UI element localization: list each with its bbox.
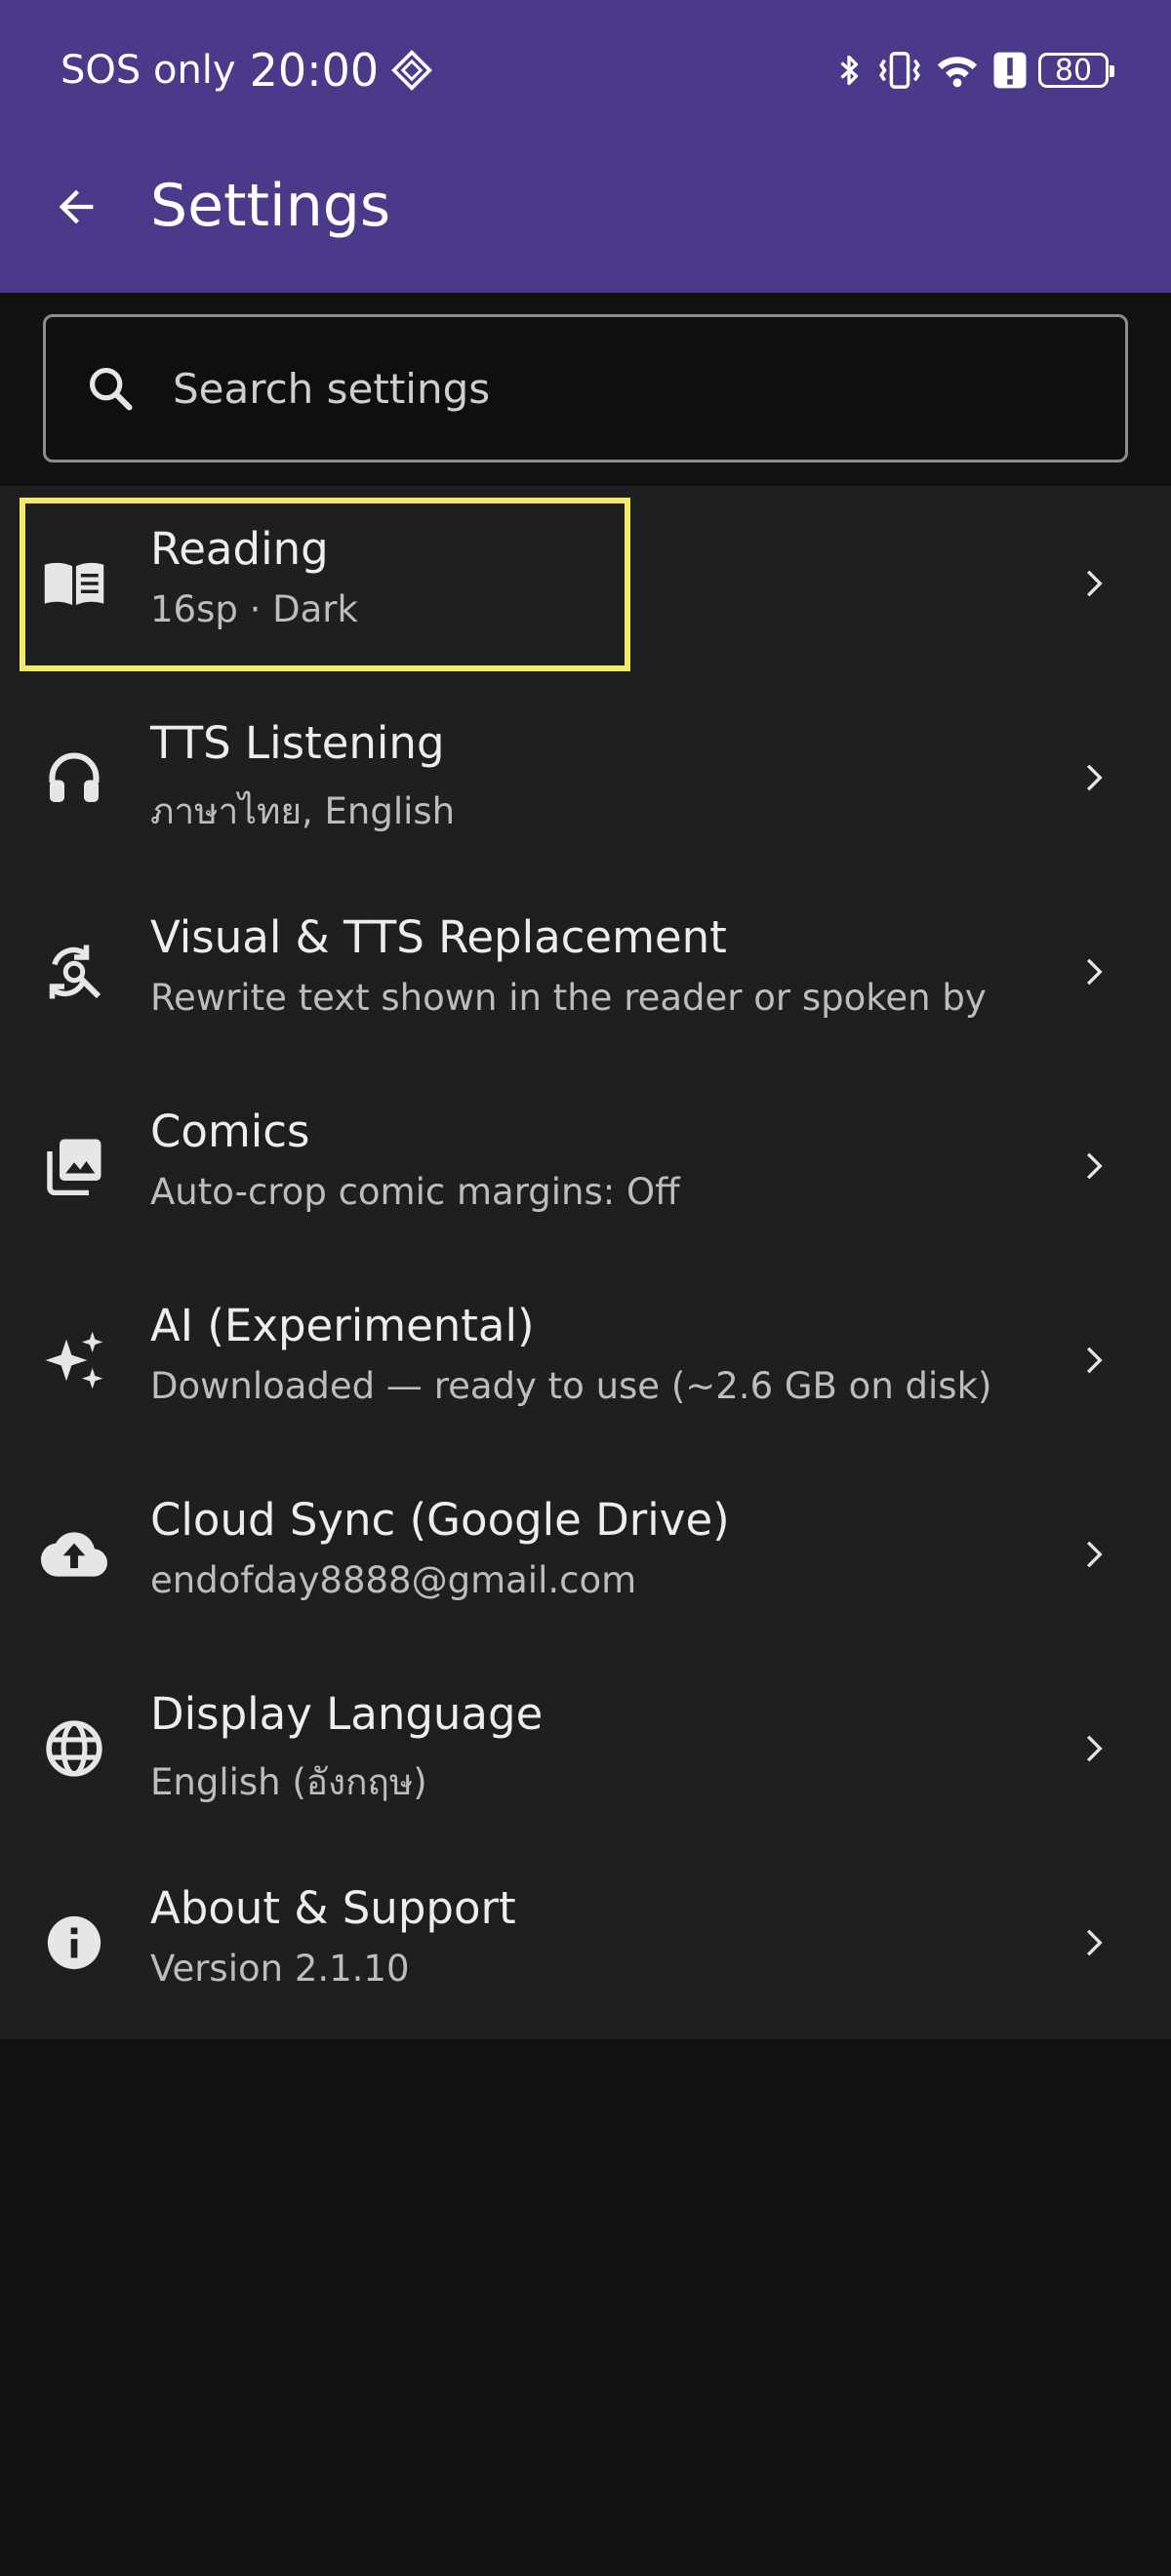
app-bar: Settings <box>0 142 1171 293</box>
settings-item-ai-experimental[interactable]: AI (Experimental) Downloaded — ready to … <box>0 1263 1171 1457</box>
search-section: Search settings <box>0 293 1171 486</box>
find-replace-icon <box>39 937 109 1007</box>
chevron-right-icon <box>1071 560 1118 607</box>
settings-item-subtitle: Rewrite text shown in the reader or spok… <box>150 977 987 1019</box>
wifi-icon <box>933 49 982 92</box>
headphones-icon <box>39 743 109 813</box>
settings-item-title: Comics <box>150 1106 310 1157</box>
status-bar: SOS only 20:00 80 <box>0 0 1171 142</box>
cloud-upload-icon <box>39 1519 109 1590</box>
settings-item-title: About & Support <box>150 1882 516 1934</box>
settings-item-subtitle: endofday8888@gmail.com <box>150 1559 637 1601</box>
settings-item-title: AI (Experimental) <box>150 1300 535 1351</box>
settings-item-title: Reading <box>150 523 329 575</box>
chevron-right-icon <box>1071 1143 1118 1189</box>
status-right: 80 <box>831 43 1114 98</box>
chevron-right-icon <box>1071 948 1118 995</box>
settings-item-display-language[interactable]: Display Language English (อังกฤษ) <box>0 1651 1171 1845</box>
vibrate-icon <box>876 49 923 92</box>
chevron-right-icon <box>1071 1725 1118 1772</box>
search-icon <box>83 361 138 416</box>
alert-icon <box>991 49 1029 92</box>
settings-item-subtitle: ภาษาไทย, English <box>150 790 456 832</box>
settings-item-cloud-sync[interactable]: Cloud Sync (Google Drive) endofday8888@g… <box>0 1457 1171 1651</box>
sparkle-icon <box>39 1325 109 1395</box>
bluetooth-icon <box>831 49 867 92</box>
chevron-right-icon <box>1071 754 1118 801</box>
settings-item-subtitle: Version 2.1.10 <box>150 1948 410 1990</box>
settings-item-subtitle: Downloaded — ready to use (~2.6 GB on di… <box>150 1365 992 1407</box>
chevron-right-icon <box>1071 1531 1118 1578</box>
settings-item-visual-tts-replacement[interactable]: Visual & TTS Replacement Rewrite text sh… <box>0 874 1171 1068</box>
settings-item-title: TTS Listening <box>150 717 445 769</box>
settings-item-about-support[interactable]: About & Support Version 2.1.10 <box>0 1845 1171 2039</box>
settings-item-comics[interactable]: Comics Auto-crop comic margins: Off <box>0 1068 1171 1263</box>
settings-list: Reading 16sp · Dark TTS Listening ภาษาไท… <box>0 486 1171 2039</box>
settings-item-tts-listening[interactable]: TTS Listening ภาษาไทย, English <box>0 680 1171 874</box>
settings-item-subtitle: English (อังกฤษ) <box>150 1761 427 1803</box>
settings-item-title: Cloud Sync (Google Drive) <box>150 1494 730 1546</box>
diamond-network-icon <box>390 49 433 92</box>
battery-indicator: 80 <box>1038 53 1114 88</box>
carrier-status: SOS only <box>61 48 236 93</box>
status-left: SOS only 20:00 <box>61 41 433 100</box>
book-icon <box>39 548 109 619</box>
settings-item-title: Display Language <box>150 1688 544 1740</box>
page-title: Settings <box>150 172 391 240</box>
settings-item-reading[interactable]: Reading 16sp · Dark <box>0 486 1171 680</box>
back-arrow-icon <box>59 189 94 224</box>
settings-item-subtitle: 16sp · Dark <box>150 588 358 630</box>
back-button[interactable] <box>43 174 109 240</box>
settings-item-title: Visual & TTS Replacement <box>150 911 727 963</box>
chevron-right-icon <box>1071 1337 1118 1384</box>
globe-icon <box>39 1713 109 1784</box>
chevron-right-icon <box>1071 1919 1118 1966</box>
info-icon <box>39 1908 109 1978</box>
photo-library-icon <box>39 1131 109 1201</box>
settings-item-subtitle: Auto-crop comic margins: Off <box>150 1171 680 1213</box>
top-bar: SOS only 20:00 80 Settings <box>0 0 1171 293</box>
clock: 20:00 <box>249 44 380 97</box>
search-input[interactable]: Search settings <box>43 314 1128 463</box>
search-placeholder: Search settings <box>173 364 491 413</box>
